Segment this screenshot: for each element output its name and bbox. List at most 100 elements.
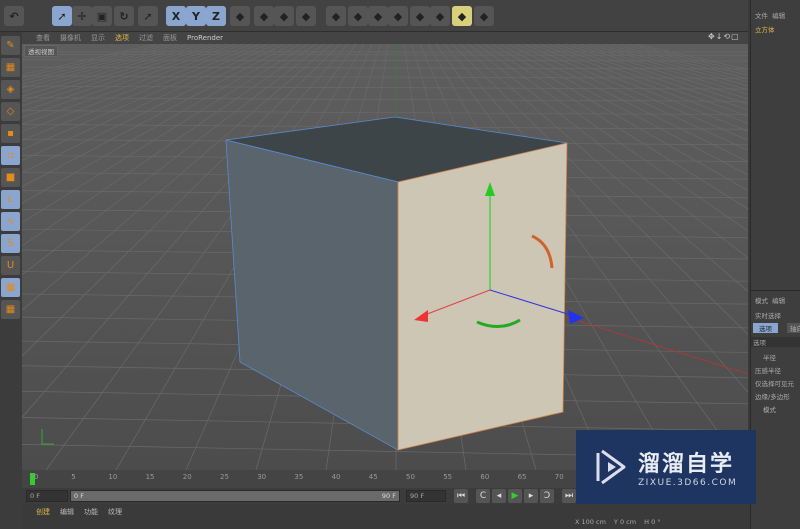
snap-icon[interactable]: S: [1, 234, 20, 253]
timeline-tick: 45: [368, 473, 378, 481]
cube-icon[interactable]: ◆: [326, 6, 346, 26]
prev-key-icon[interactable]: C: [476, 489, 490, 503]
axis-y-button[interactable]: Y: [186, 6, 206, 26]
field-label: 半径: [763, 354, 776, 362]
polygons-mode-icon[interactable]: ■: [1, 168, 20, 187]
make-editable-icon[interactable]: ✎: [1, 36, 20, 55]
viewport[interactable]: [22, 44, 748, 470]
viewport-menu-item[interactable]: 摄像机: [60, 33, 81, 43]
viewport-nav-icons[interactable]: ✥↓⟲▢: [708, 32, 740, 41]
timeline-tick: 55: [443, 473, 453, 481]
timeline-tick: 20: [182, 473, 192, 481]
render-picture-viewer-icon[interactable]: ◆: [274, 6, 294, 26]
cube-left-face: [225, 139, 399, 451]
start-frame-field[interactable]: 0 F: [26, 490, 68, 502]
timeline-tick: 30: [257, 473, 267, 481]
material-menu-item[interactable]: 创建: [36, 507, 50, 517]
render-settings-icon[interactable]: ◆: [296, 6, 316, 26]
material-menu: 创建 编辑 功能 纹理: [22, 505, 582, 519]
timeline-tick: 5: [71, 473, 76, 481]
viewport-menu-item[interactable]: 过滤: [139, 33, 153, 43]
range-slider[interactable]: 0 F 90 F: [70, 490, 400, 502]
watermark-logo-icon: [596, 449, 626, 485]
material-menu-item[interactable]: 功能: [84, 507, 98, 517]
array-icon[interactable]: ◆: [388, 6, 408, 26]
h-coord: H 0 °: [644, 518, 661, 526]
next-frame-icon[interactable]: ▸: [524, 489, 538, 503]
next-key-icon[interactable]: Ↄ: [540, 489, 554, 503]
points-mode-icon[interactable]: ▪: [1, 124, 20, 143]
attributes-menu: 模式 编辑: [755, 297, 786, 305]
go-to-start-icon[interactable]: ⏮: [454, 489, 468, 503]
cube-right-face: [397, 142, 568, 451]
viewport-menu-item[interactable]: 查看: [36, 33, 50, 43]
timeline-tick: 10: [108, 473, 118, 481]
end-frame-field[interactable]: 90 F: [406, 490, 446, 502]
go-to-end-icon[interactable]: ⏭: [562, 489, 576, 503]
timeline-tick: 35: [294, 473, 304, 481]
y-coord: Y 0 cm: [613, 518, 637, 526]
field-label: 压感半径: [755, 367, 781, 375]
world-axis-icon: [41, 429, 54, 445]
axis-x-button[interactable]: X: [166, 6, 186, 26]
coordinate-system-icon[interactable]: ◆: [230, 6, 250, 26]
timeline-tick: 65: [517, 473, 527, 481]
move-icon[interactable]: ✛: [72, 6, 92, 26]
model-mode-icon[interactable]: ▦: [1, 58, 20, 77]
timeline-tick: 15: [145, 473, 155, 481]
viewport-menu-item[interactable]: 选项: [115, 33, 129, 43]
field-label: 模式: [763, 406, 776, 414]
timeline-tick: 60: [480, 473, 490, 481]
solo-icon[interactable]: ▦: [1, 300, 20, 319]
rotate-icon[interactable]: ↻: [114, 6, 134, 26]
deformer-icon[interactable]: ◆: [410, 6, 430, 26]
render-view-icon[interactable]: ◆: [254, 6, 274, 26]
field-label: 仅选择可见元: [755, 380, 794, 388]
x-coord: X 100 cm: [575, 518, 606, 526]
mode-toolbar: ✎ ▦ ◈ ◇ ▪ ▫ ■ L ∿ S U ▦ ▦: [0, 32, 22, 529]
watermark: 溜溜自学 ZIXUE.3D66.COM: [576, 430, 756, 504]
objects-menu: 文件 编辑: [755, 12, 786, 20]
timeline-tick: 40: [331, 473, 341, 481]
subdivision-icon[interactable]: ◆: [368, 6, 388, 26]
scale-icon[interactable]: ▣: [92, 6, 112, 26]
axis-z-button[interactable]: Z: [206, 6, 226, 26]
main-toolbar: ↶ ➚ ✛ ▣ ↻ ➚ X Y Z ◆ ◆ ◆ ◆ ◆ ◆ ◆ ◆ ◆ ◆ ◆ ◆: [0, 0, 748, 32]
tab-axis[interactable]: 轴向: [787, 323, 800, 333]
floor-icon[interactable]: ◆: [430, 6, 450, 26]
right-panel: 文件 编辑 立方体 模式 编辑 实时选择 选项 轴向 选项 半径 压感半径 仅选…: [750, 0, 800, 529]
timeline-tick: 70: [554, 473, 564, 481]
timeline-tick: 0: [34, 473, 39, 481]
live-select-icon[interactable]: ➚: [52, 6, 72, 26]
pen-icon[interactable]: ◆: [348, 6, 368, 26]
tab-options[interactable]: 选项: [753, 323, 778, 333]
field-label: 边缘/多边形: [755, 393, 790, 401]
magnet-icon[interactable]: U: [1, 256, 20, 275]
light-icon[interactable]: ◆: [474, 6, 494, 26]
timeline-tick: 50: [406, 473, 415, 481]
coordinates: X 100 cm Y 0 cm H 0 °: [575, 518, 750, 529]
material-menu-item[interactable]: 纹理: [108, 507, 122, 517]
object-item-cube[interactable]: 立方体: [755, 24, 775, 34]
prev-frame-icon[interactable]: ◂: [492, 489, 506, 503]
material-menu-item[interactable]: 编辑: [60, 507, 74, 517]
workplane-icon[interactable]: ◇: [1, 102, 20, 121]
tool-name: 实时选择: [755, 312, 781, 320]
camera-icon[interactable]: ◆: [452, 6, 472, 26]
edges-mode-icon[interactable]: ▫: [1, 146, 20, 165]
viewport-menu: 查看 摄像机 显示 选项 过滤 面板 ProRender: [22, 32, 748, 44]
grid-lock-icon[interactable]: ▦: [1, 278, 20, 297]
play-icon[interactable]: ▶: [508, 489, 522, 503]
section-header: 选项: [751, 337, 800, 347]
axis-icon[interactable]: L: [1, 190, 20, 209]
undo-icon[interactable]: ↶: [4, 6, 24, 26]
scene: [22, 44, 748, 470]
timeline-tick: 25: [220, 473, 229, 481]
texture-mode-icon[interactable]: ◈: [1, 80, 20, 99]
viewport-menu-item[interactable]: 面板: [163, 33, 177, 43]
viewport-menu-item[interactable]: 显示: [91, 33, 105, 43]
tweak-icon[interactable]: ∿: [1, 212, 20, 231]
viewport-menu-item[interactable]: ProRender: [187, 34, 223, 42]
timeline[interactable]: 0 5 10 15 20 25 30 35 40 45 50 55 60 65 70: [22, 470, 582, 490]
recent-tool-icon[interactable]: ➚: [138, 6, 158, 26]
